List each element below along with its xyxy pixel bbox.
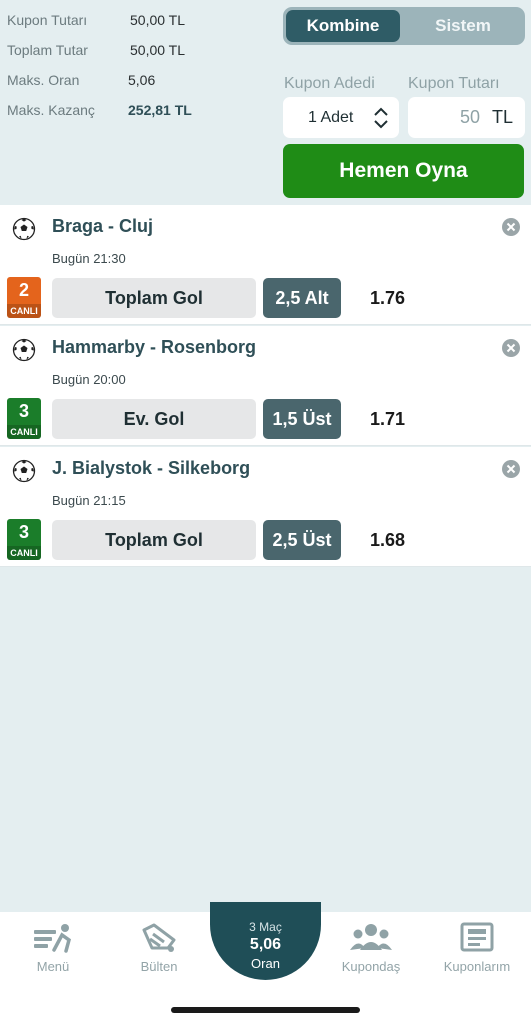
menu-runner-icon — [34, 924, 72, 953]
live-badge-number: 3 — [18, 522, 29, 542]
bet-type-segment: Kombine Sistem — [283, 7, 525, 45]
soccer-ball-icon — [12, 338, 36, 362]
kupon-tutari-input-value: 50 — [459, 107, 480, 127]
toplam-tutar-label: Toplam Tutar — [7, 42, 88, 58]
maks-kazanc-value: 252,81 TL — [128, 102, 192, 118]
currency-label: TL — [491, 107, 513, 127]
bulletin-icon — [142, 923, 176, 952]
kupon-tutari-input[interactable]: 50 TL — [408, 97, 525, 138]
kupon-tutari-label: Kupon Tutarı — [7, 12, 88, 28]
chevron-up-down-icon[interactable] — [373, 106, 389, 130]
live-badge: 2 CANLI — [7, 277, 41, 318]
maks-oran-value: 5,06 — [128, 72, 156, 88]
match-card: Braga - Cluj Bugün 21:30 2 CANLI Toplam … — [0, 205, 531, 325]
live-badge-text: CANLI — [7, 546, 41, 560]
tab-bulten[interactable]: Bülten — [114, 922, 204, 974]
total-odds: 5,06 — [249, 936, 282, 953]
live-badge-number: 3 — [18, 401, 29, 421]
kupon-tutari-value: 50,00 TL — [130, 12, 186, 28]
sistem-tab[interactable]: Sistem — [406, 10, 520, 42]
home-indicator — [171, 1007, 360, 1013]
match-time: Bugün 21:15 — [52, 493, 126, 508]
odds-value: 1.71 — [370, 409, 406, 429]
live-badge: 3 CANLI — [7, 519, 41, 560]
soccer-ball-icon — [12, 459, 36, 483]
selection-button[interactable]: 2,5 Üst — [263, 520, 341, 560]
live-badge-text: CANLI — [7, 304, 41, 318]
match-title: Hammarby - Rosenborg — [52, 337, 257, 357]
tab-kuponlarim-label: Kuponlarım — [443, 959, 511, 974]
soccer-ball-icon — [12, 217, 36, 241]
match-title: Braga - Cluj — [52, 216, 154, 236]
market-name: Toplam Gol — [52, 278, 256, 318]
live-badge-number: 2 — [18, 280, 29, 300]
match-card: Hammarby - Rosenborg Bugün 20:00 3 CANLI… — [0, 326, 531, 446]
close-circle-icon[interactable] — [501, 459, 521, 479]
match-title: J. Bialystok - Silkeborg — [52, 458, 251, 478]
match-card: J. Bialystok - Silkeborg Bugün 21:15 3 C… — [0, 447, 531, 567]
hemen-oyna-button[interactable]: Hemen Oyna — [283, 144, 524, 198]
tab-kuponlarim[interactable]: Kuponlarım — [432, 922, 522, 974]
kupon-adedi-stepper[interactable]: 1 Adet — [283, 97, 399, 138]
toplam-tutar-value: 50,00 TL — [130, 42, 186, 58]
tab-menu-label: Menü — [36, 959, 70, 974]
tab-kupondas[interactable]: Kupondaş — [326, 922, 416, 974]
close-circle-icon[interactable] — [501, 338, 521, 358]
tab-menu[interactable]: Menü — [8, 922, 98, 974]
odds-value: 1.76 — [370, 288, 406, 308]
tab-bulten-label: Bülten — [140, 959, 178, 974]
coupons-icon — [460, 922, 494, 952]
live-badge-text: CANLI — [7, 425, 41, 439]
kombine-tab[interactable]: Kombine — [286, 10, 400, 42]
kupon-tutari-field-label: Kupon Tutarı — [408, 75, 500, 92]
maks-kazanc-label: Maks. Kazanç — [7, 102, 95, 118]
bottom-tab-bar: Menü Bülten 3 Maç 5,06 Oran Kupondaş Kup… — [0, 902, 531, 1024]
kupon-adedi-label: Kupon Adedi — [284, 75, 375, 92]
selection-button[interactable]: 2,5 Alt — [263, 278, 341, 318]
maks-oran-label: Maks. Oran — [7, 72, 80, 88]
kupon-adedi-value: 1 Adet — [308, 108, 354, 126]
odds-value: 1.68 — [370, 530, 406, 550]
coupon-summary: Kupon Tutarı 50,00 TL Toplam Tutar 50,00… — [0, 0, 531, 200]
market-name: Toplam Gol — [52, 520, 256, 560]
tab-kupondas-label: Kupondaş — [341, 959, 401, 974]
match-time: Bugün 20:00 — [52, 372, 126, 387]
live-badge: 3 CANLI — [7, 398, 41, 439]
close-circle-icon[interactable] — [501, 217, 521, 237]
market-name: Ev. Gol — [52, 399, 256, 439]
odds-label: Oran — [251, 956, 280, 971]
selection-button[interactable]: 1,5 Üst — [263, 399, 341, 439]
match-count: 3 Maç — [249, 920, 282, 934]
coupon-summary-tab[interactable]: 3 Maç 5,06 Oran — [210, 902, 321, 980]
group-icon — [350, 924, 392, 950]
match-time: Bugün 21:30 — [52, 251, 126, 266]
